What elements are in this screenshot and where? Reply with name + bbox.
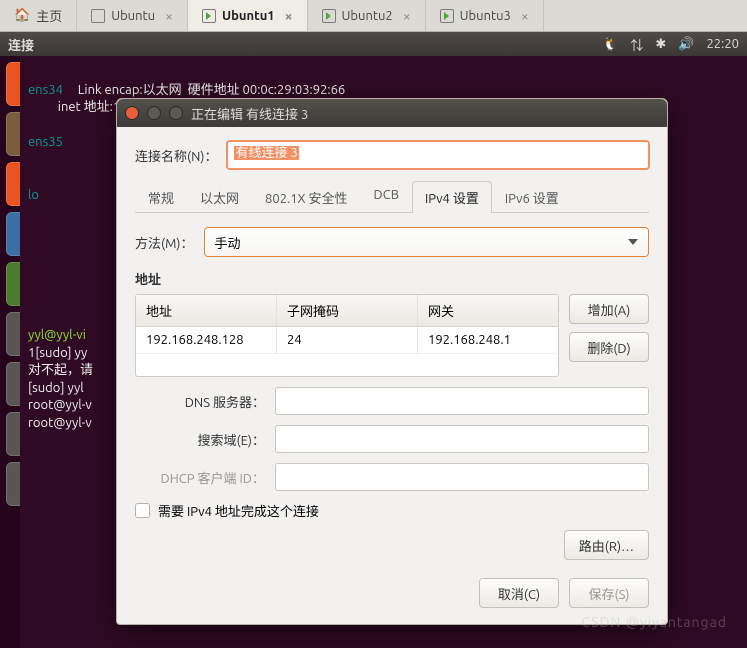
close-icon[interactable]: ×: [165, 8, 173, 24]
delete-button[interactable]: 删除(D): [569, 332, 649, 362]
tab-ethernet[interactable]: 以太网: [187, 181, 252, 213]
term-line: 1[sudo] yy: [28, 346, 87, 360]
checkbox-icon[interactable]: [135, 503, 150, 518]
vm-play-icon: [202, 9, 216, 23]
checkbox-label: 需要 IPv4 地址完成这个连接: [158, 501, 319, 520]
edit-connection-dialog: 正在编辑 有线连接 3 连接名称(N)： 有线连接 3 常规 以太网 802.1…: [116, 98, 668, 625]
close-icon[interactable]: ×: [285, 8, 293, 24]
prompt: yyl@yyl-vi: [28, 328, 86, 342]
sound-icon[interactable]: 🔊: [678, 37, 694, 52]
term-line: root@yyl-v: [28, 416, 92, 430]
address-section-header: 地址: [135, 269, 649, 288]
table-header: 地址 子网掩码 网关: [136, 295, 558, 327]
address-table[interactable]: 地址 子网掩码 网关 192.168.248.128 24 192.168.24…: [135, 294, 559, 377]
tab-label: Ubuntu3: [460, 9, 511, 23]
require-ipv4-checkbox[interactable]: 需要 IPv4 地址完成这个连接: [135, 501, 649, 520]
vm-play-icon: [440, 9, 454, 23]
window-close-icon[interactable]: [125, 106, 139, 120]
connection-name-value: 有线连接 3: [234, 146, 298, 160]
vmware-tab-bar: 🏠 主页 Ubuntu × Ubuntu1 × Ubuntu2 × Ubuntu…: [0, 0, 747, 32]
tab-label: Ubuntu2: [342, 9, 393, 23]
add-button[interactable]: 增加(A): [569, 294, 649, 324]
if-name: ens35: [28, 135, 78, 149]
dialog-titlebar[interactable]: 正在编辑 有线连接 3: [117, 99, 667, 127]
tab-ubuntu[interactable]: Ubuntu ×: [77, 0, 188, 31]
home-icon: 🏠: [14, 8, 30, 23]
tab-ubuntu3[interactable]: Ubuntu3 ×: [426, 0, 544, 31]
method-label: 方法(M)：: [135, 233, 194, 252]
dhcp-client-input: [275, 463, 649, 491]
tab-home[interactable]: 🏠 主页: [0, 0, 77, 31]
ubuntu-top-bar: 连接 🐧 ⇅ ✱ 🔊 22:20: [0, 32, 747, 56]
tab-ubuntu2[interactable]: Ubuntu2 ×: [308, 0, 426, 31]
method-combo[interactable]: 手动: [204, 227, 650, 257]
tab-label: 主页: [36, 6, 62, 25]
tux-icon[interactable]: 🐧: [602, 37, 618, 52]
term-pad: [28, 100, 58, 114]
window-max-icon[interactable]: [169, 106, 183, 120]
routes-button[interactable]: 路由(R)…: [564, 530, 649, 560]
save-button[interactable]: 保存(S): [569, 578, 649, 608]
cell-gateway[interactable]: 192.168.248.1: [418, 327, 558, 353]
network-icon[interactable]: ⇅: [630, 35, 643, 54]
term-line: [sudo] yyl: [28, 381, 84, 395]
if-name: lo: [28, 188, 63, 202]
tab-ipv4[interactable]: IPv4 设置: [412, 181, 492, 213]
window-title: 连接: [8, 35, 34, 54]
dialog-title: 正在编辑 有线连接 3: [191, 104, 308, 123]
chevron-down-icon: [628, 239, 638, 245]
search-domain-input[interactable]: [275, 425, 649, 453]
vm-icon: [91, 9, 105, 23]
method-value: 手动: [215, 233, 241, 252]
watermark: CSDN @yiyantangad: [581, 614, 727, 630]
table-row[interactable]: 192.168.248.128 24 192.168.248.1: [136, 327, 558, 354]
clock[interactable]: 22:20: [706, 37, 739, 51]
col-netmask[interactable]: 子网掩码: [277, 295, 418, 326]
connection-name-input[interactable]: 有线连接 3: [227, 141, 649, 169]
dns-input[interactable]: [275, 387, 649, 415]
cell-address[interactable]: 192.168.248.128: [136, 327, 277, 353]
cancel-button[interactable]: 取消(C): [479, 578, 559, 608]
tab-dcb[interactable]: DCB: [361, 181, 412, 213]
dhcp-client-label: DHCP 客户端 ID：: [135, 468, 265, 487]
settings-tabs: 常规 以太网 802.1X 安全性 DCB IPv4 设置 IPv6 设置: [135, 181, 649, 213]
search-domain-label: 搜索域(E)：: [135, 430, 265, 449]
table-empty-row: [136, 354, 558, 376]
if-name: ens34: [28, 83, 78, 97]
vm-play-icon: [322, 9, 336, 23]
close-icon[interactable]: ×: [403, 8, 411, 24]
close-icon[interactable]: ×: [521, 8, 529, 24]
dns-label: DNS 服务器：: [135, 392, 265, 411]
term-line: 对不起，请: [28, 363, 93, 377]
col-address[interactable]: 地址: [136, 295, 277, 326]
name-label: 连接名称(N)：: [135, 146, 217, 165]
tab-ipv6[interactable]: IPv6 设置: [492, 181, 572, 213]
bluetooth-icon[interactable]: ✱: [655, 37, 666, 52]
window-min-icon[interactable]: [147, 106, 161, 120]
term-line: Link encap:以太网 硬件地址 00:0c:29:03:92:66: [78, 83, 345, 97]
tab-ubuntu1[interactable]: Ubuntu1 ×: [188, 0, 308, 31]
tab-label: Ubuntu: [111, 9, 155, 23]
cell-netmask[interactable]: 24: [277, 327, 418, 353]
col-gateway[interactable]: 网关: [418, 295, 558, 326]
tab-label: Ubuntu1: [222, 9, 275, 23]
tab-general[interactable]: 常规: [135, 181, 187, 213]
tab-8021x[interactable]: 802.1X 安全性: [252, 181, 361, 213]
